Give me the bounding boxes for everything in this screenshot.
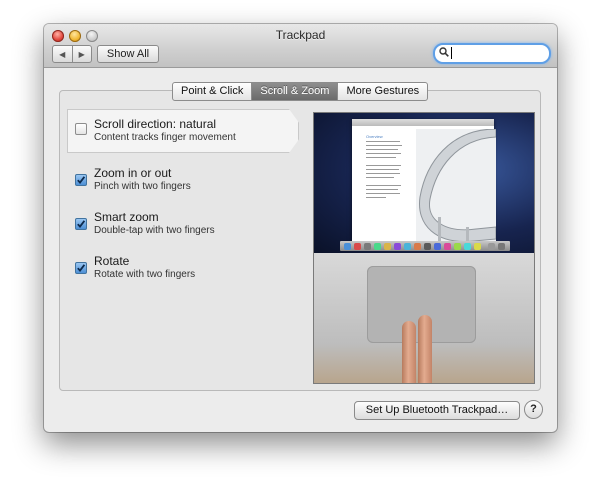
back-forward-group: ◀ ▶ — [52, 45, 92, 63]
option-subtitle: Pinch with two fingers — [94, 181, 191, 192]
tab-more-gestures[interactable]: More Gestures — [337, 83, 427, 100]
checkmark-icon — [77, 176, 86, 185]
option-subtitle: Double-tap with two fingers — [94, 225, 215, 236]
back-button[interactable]: ◀ — [53, 46, 72, 62]
triangle-left-icon: ◀ — [59, 49, 66, 59]
show-all-button[interactable]: Show All — [97, 45, 159, 63]
option-subtitle: Content tracks finger movement — [94, 132, 236, 143]
smart-zoom-checkbox[interactable] — [75, 218, 87, 230]
finger-right — [418, 315, 432, 383]
search-icon — [439, 47, 449, 57]
preview-screen: Overview — [314, 113, 534, 253]
checkmark-icon — [77, 220, 86, 229]
option-title: Zoom in or out — [94, 166, 172, 180]
finger-left — [402, 321, 416, 383]
option-title: Rotate — [94, 254, 130, 268]
checkmark-icon — [77, 264, 86, 273]
trackpad-window: Trackpad ◀ ▶ Show All Point & Click Scro… — [44, 24, 557, 432]
setup-bluetooth-trackpad-button[interactable]: Set Up Bluetooth Trackpad… — [354, 401, 520, 420]
preview-dock — [340, 241, 510, 251]
title-bar: Trackpad ◀ ▶ Show All — [44, 24, 557, 68]
search-field[interactable] — [433, 43, 551, 64]
option-rotate[interactable]: Rotate Rotate with two fingers — [67, 253, 299, 289]
bridge-photo — [416, 129, 496, 244]
scroll-direction-checkbox[interactable] — [75, 123, 87, 135]
zoom-checkbox[interactable] — [75, 174, 87, 186]
text-caret — [451, 47, 452, 59]
tab-point-click[interactable]: Point & Click — [173, 83, 251, 100]
help-button[interactable]: ? — [524, 400, 543, 419]
tab-bar: Point & Click Scroll & Zoom More Gesture… — [172, 82, 429, 101]
tab-scroll-zoom[interactable]: Scroll & Zoom — [251, 83, 338, 100]
forward-button[interactable]: ▶ — [71, 46, 92, 62]
preview-trackpad-area — [314, 253, 534, 383]
option-title: Scroll direction: natural — [94, 117, 217, 131]
window-title: Trackpad — [275, 28, 326, 42]
preview-document: Overview — [352, 119, 496, 244]
option-title: Smart zoom — [94, 210, 159, 224]
settings-panel: Scroll direction: natural Content tracks… — [59, 90, 541, 391]
gesture-preview-video: Overview — [313, 112, 535, 384]
option-smart-zoom[interactable]: Smart zoom Double-tap with two fingers — [67, 209, 299, 245]
rotate-checkbox[interactable] — [75, 262, 87, 274]
triangle-right-icon: ▶ — [78, 49, 85, 59]
option-zoom[interactable]: Zoom in or out Pinch with two fingers — [67, 165, 299, 201]
preview-document-heading: Overview — [366, 134, 383, 139]
option-scroll-direction[interactable]: Scroll direction: natural Content tracks… — [67, 109, 299, 153]
option-subtitle: Rotate with two fingers — [94, 269, 196, 280]
